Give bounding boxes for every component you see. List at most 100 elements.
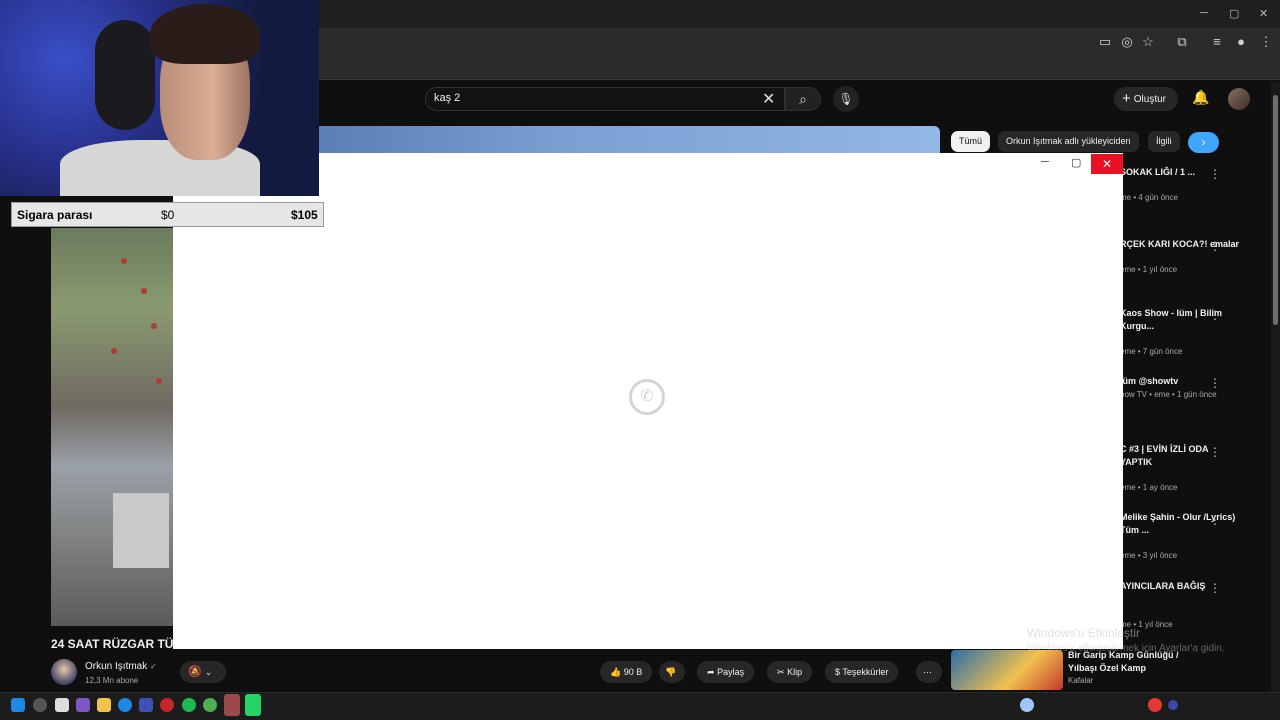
kebab-icon[interactable]: ⋮ [1209, 308, 1221, 322]
clip-button[interactable]: ✂ Klip [767, 661, 813, 683]
rec-video[interactable]: Kaos Show - lüm | Bilim Kurgu... eme • 7 … [1120, 307, 1240, 356]
rec-meta: eme • 1 yıl önce [1120, 265, 1178, 274]
berry [156, 378, 162, 384]
menu-icon[interactable]: ⋮ [1258, 34, 1274, 50]
channel-name-text: Orkun Işıtmak [85, 661, 148, 672]
extensions-icon[interactable]: ⧉ [1174, 34, 1190, 50]
create-button[interactable]: + Oluştur [1114, 87, 1178, 111]
rec-video[interactable]: Bir Garip Kamp Günlüğü / Yılbaşı Özel Ka… [1068, 649, 1208, 685]
subscriber-count: 12,3 Mn abone [85, 676, 139, 685]
bookmark-star-icon[interactable]: ☆ [1140, 34, 1156, 50]
kebab-icon[interactable]: ⋮ [1209, 513, 1221, 527]
mic-icon: 🎙 [838, 92, 854, 106]
search-query[interactable]: kaş 2 [434, 92, 460, 104]
like-button[interactable]: 👍 90 B [600, 661, 653, 683]
voice-search-button[interactable]: 🎙 [833, 86, 859, 112]
chip-related[interactable]: İlgili [1148, 131, 1180, 152]
file-explorer-icon[interactable] [97, 698, 111, 712]
whatsapp-logo-icon: ✆ [629, 379, 665, 415]
kebab-icon[interactable]: ⋮ [1209, 239, 1221, 253]
profile-icon[interactable]: ● [1233, 34, 1249, 50]
search-input[interactable] [425, 87, 785, 111]
restore-icon[interactable]: ▢ [1229, 7, 1239, 20]
maximize-icon[interactable]: ▢ [1071, 156, 1081, 169]
rec-video[interactable]: SOKAK LIĞI / 1 ... me • 4 gün önce [1120, 166, 1240, 202]
widgets-icon[interactable] [76, 698, 90, 712]
search-button[interactable]: ⌕ [785, 87, 821, 111]
like-count: 90 B [623, 667, 643, 677]
account-avatar[interactable] [1228, 88, 1250, 110]
rec-video[interactable]: RÇEK KARI KOCA?! emalar eme • 1 yıl önce [1120, 238, 1240, 274]
rec-video[interactable]: C #3 | EVİN İZLİ ODA YAPTIK eme • 1 ay ön… [1120, 443, 1240, 492]
minimize-icon[interactable]: ─ [1200, 7, 1208, 19]
thanks-label: Teşekkürler [842, 667, 889, 677]
activation-watermark-subtitle: Windows'u etkinleştirmek için Ayarlar'a … [1027, 643, 1225, 654]
clip-label: Klip [787, 667, 803, 677]
berry [111, 348, 117, 354]
kebab-icon[interactable]: ⋮ [1209, 167, 1221, 181]
rec-video[interactable]: lüm @showtv how TV • eme • 1 gün önce [1120, 375, 1240, 399]
edge-icon[interactable] [118, 698, 132, 712]
rec-title: Melike Şahin - Olur /Lyrics) Tüm ... [1120, 512, 1236, 535]
search-taskbar-icon[interactable] [33, 698, 47, 712]
chip-all[interactable]: Tümü [951, 131, 991, 152]
kebab-icon[interactable]: ⋮ [1209, 376, 1221, 390]
tray-app-icon[interactable] [1148, 698, 1162, 712]
start-icon[interactable] [11, 698, 25, 712]
opera-icon[interactable] [160, 698, 174, 712]
berry [151, 323, 157, 329]
minimize-icon[interactable]: ─ [1041, 156, 1049, 168]
clear-search-icon[interactable]: ✕ [762, 89, 775, 109]
dislike-button[interactable]: 👎 [659, 661, 685, 683]
bell-icon[interactable]: 🔔 [1192, 89, 1209, 106]
task-view-icon[interactable] [55, 698, 69, 712]
search-icon: ⌕ [799, 91, 807, 107]
kebab-icon[interactable]: ⋮ [1209, 445, 1221, 459]
rec-video[interactable]: Melike Şahin - Olur /Lyrics) Tüm ... eme … [1120, 511, 1240, 560]
rec-title: lüm @showtv [1120, 376, 1179, 386]
channel-avatar[interactable] [51, 659, 77, 685]
thanks-button[interactable]: $ Teşekkürler [825, 661, 899, 683]
bell-off-icon: 🔕 [188, 666, 202, 678]
weather-icon[interactable] [1020, 698, 1034, 712]
more-actions-button[interactable]: ⋯ [916, 661, 942, 683]
donation-goal-label: Sigara parası [17, 208, 93, 222]
video-title: 24 SAAT RÜZGAR TÜ [51, 637, 174, 651]
obs-icon[interactable] [224, 694, 240, 716]
kebab-icon[interactable]: ⋮ [1209, 581, 1221, 595]
rec-thumbnail[interactable] [951, 650, 1063, 690]
whatsapp-taskbar-icon[interactable] [245, 694, 261, 716]
headset [95, 20, 155, 130]
store-icon[interactable] [139, 698, 153, 712]
close-icon: ✕ [1101, 157, 1113, 171]
eye-off-icon[interactable]: ◎ [1119, 34, 1135, 50]
chip-from-channel[interactable]: Orkun Işıtmak adlı yükleyiciden [998, 131, 1139, 152]
reading-list-icon[interactable]: ≡ [1209, 34, 1225, 50]
signboard [113, 493, 169, 568]
plus-icon: + [1122, 90, 1131, 107]
tray-status-icon[interactable] [1168, 700, 1178, 710]
rec-video[interactable]: AYINCILARA BAĞIŞ me • 1 yıl önce [1120, 580, 1240, 629]
video-player-sky[interactable] [319, 126, 940, 154]
chrome-icon[interactable] [203, 698, 217, 712]
rec-title: C #3 | EVİN İZLİ ODA YAPTIK [1120, 444, 1209, 467]
share-icon: ➦ [707, 667, 715, 677]
close-button[interactable]: ✕ [1091, 154, 1123, 174]
share-button[interactable]: ➦ Paylaş [697, 661, 755, 683]
notification-button[interactable]: 🔕 ⌄ [180, 661, 226, 683]
activation-watermark-title: Windows'u Etkinleştir [1027, 626, 1140, 640]
webcam-overlay [0, 0, 319, 196]
scissors-icon: ✂ [777, 667, 785, 677]
thanks-icon: $ [835, 667, 841, 677]
spotify-icon[interactable] [182, 698, 196, 712]
scrollbar-thumb[interactable] [1273, 95, 1278, 325]
rec-meta: how TV • eme • 1 gün önce [1120, 390, 1217, 399]
chevron-right-icon[interactable]: › [1188, 132, 1219, 153]
close-window-icon[interactable]: ✕ [1259, 7, 1268, 20]
channel-name[interactable]: Orkun Işıtmak ✓ [85, 661, 157, 672]
cast-icon[interactable]: ▭ [1097, 34, 1113, 50]
video-player[interactable] [51, 228, 173, 626]
rec-meta: me • 4 gün önce [1120, 193, 1178, 202]
rec-meta: eme • 1 ay önce [1120, 483, 1178, 492]
share-label: Paylaş [717, 667, 745, 677]
